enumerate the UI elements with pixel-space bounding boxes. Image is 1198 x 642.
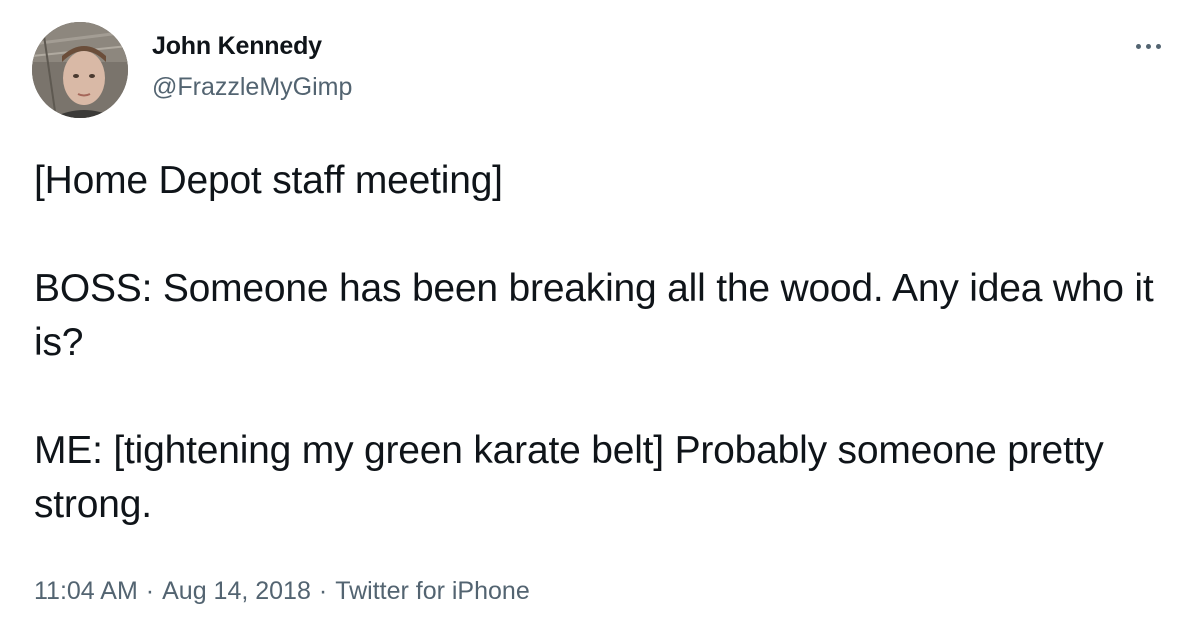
author-handle[interactable]: @FrazzleMyGimp — [152, 73, 352, 102]
tweet-date[interactable]: Aug 14, 2018 — [162, 577, 311, 605]
meta-separator: · — [318, 577, 328, 605]
tweet-source[interactable]: Twitter for iPhone — [335, 577, 530, 605]
author-name[interactable]: John Kennedy — [152, 32, 322, 61]
more-icon — [1145, 43, 1151, 49]
tweet-meta: 11:04 AM · Aug 14, 2018 · Twitter for iPhone — [34, 577, 530, 606]
tweet-text: [Home Depot staff meeting] BOSS: Someone… — [34, 154, 1164, 532]
more-icon — [1155, 43, 1161, 49]
tweet-card: John Kennedy @FrazzleMyGimp [Home Depot … — [0, 0, 1198, 642]
more-options-button[interactable] — [1120, 26, 1176, 66]
avatar[interactable] — [32, 22, 128, 118]
tweet-time[interactable]: 11:04 AM — [34, 577, 138, 605]
tweet-paragraph: BOSS: Someone has been breaking all the … — [34, 267, 1154, 364]
tweet-paragraph: [Home Depot staff meeting] — [34, 159, 503, 202]
avatar-photo — [32, 22, 128, 118]
meta-separator: · — [145, 577, 155, 605]
more-icon — [1135, 43, 1141, 49]
tweet-paragraph: ME: [tightening my green karate belt] Pr… — [34, 429, 1104, 526]
